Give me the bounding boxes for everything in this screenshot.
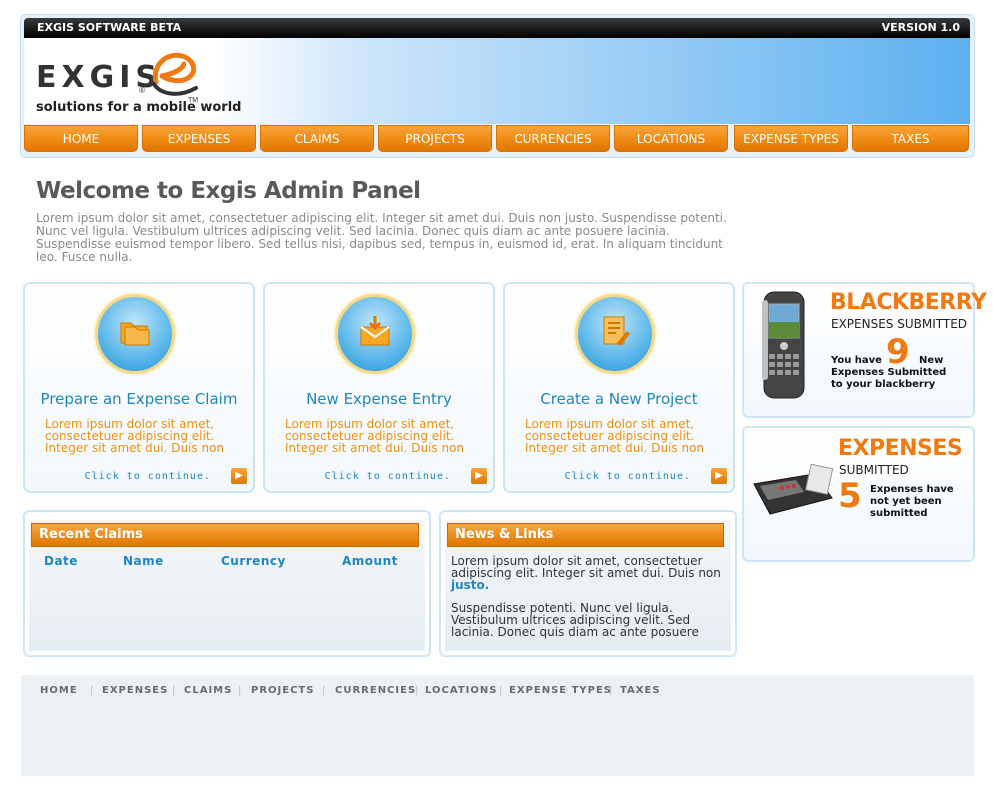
card-prepare-expense-claim[interactable]: Prepare an Expense Claim Lorem ipsum dol… [23, 282, 255, 493]
arrow-right-icon[interactable]: ▶ [471, 468, 487, 484]
column-name[interactable]: Name [123, 554, 164, 568]
footer-link-claims[interactable]: CLAIMS [184, 685, 232, 696]
nav-currencies[interactable]: CURRENCIES [496, 125, 610, 152]
footer-separator: | [609, 685, 614, 696]
expenses-promo[interactable]: EXPENSES SUBMITTED 5 Expenses have not y… [742, 426, 975, 562]
footer-link-locations[interactable]: LOCATIONS [425, 685, 497, 696]
envelope-download-icon [360, 316, 390, 346]
card-description: Lorem ipsum dolor sit amet, consectetuer… [285, 417, 465, 455]
nav-home[interactable]: HOME [24, 125, 138, 152]
arrow-right-icon[interactable]: ▶ [231, 468, 247, 484]
expenses-count: 5 [838, 476, 862, 516]
card-description: Lorem ipsum dolor sit amet, consectetuer… [45, 417, 225, 455]
footer-separator: | [90, 685, 95, 696]
recent-claims-header: Recent Claims [31, 523, 419, 547]
promo-subtitle: SUBMITTED [839, 463, 909, 477]
card-title[interactable]: Create a New Project [505, 390, 733, 408]
nav-projects[interactable]: PROJECTS [378, 125, 492, 152]
logo-registered-mark: ® [139, 86, 145, 95]
card-icon-circle [575, 294, 655, 374]
footer-link-expense-types[interactable]: EXPENSE TYPES [509, 685, 612, 696]
promo-title: BLACKBERRY [830, 290, 987, 315]
version-label: VERSION 1.0 [881, 21, 960, 34]
page-title: Welcome to Exgis Admin Panel [36, 178, 421, 204]
nav-expense-types[interactable]: EXPENSE TYPES [734, 125, 848, 152]
continue-link[interactable]: Click to continue. [85, 471, 211, 482]
promo-text: Expenses have not yet been submitted [870, 484, 954, 519]
promo-subtitle: EXPENSES SUBMITTED [831, 317, 968, 331]
card-icon-circle [335, 294, 415, 374]
news-paragraph: Lorem ipsum dolor sit amet, consectetuer… [451, 554, 721, 580]
document-pen-icon [603, 316, 630, 346]
card-icon-circle [95, 294, 175, 374]
main-nav: HOME EXPENSES CLAIMS PROJECTS CURRENCIES… [24, 125, 970, 153]
footer-link-home[interactable]: HOME [40, 685, 78, 696]
card-description: Lorem ipsum dolor sit amet, consectetuer… [525, 417, 705, 455]
card-new-expense-entry[interactable]: New Expense Entry Lorem ipsum dolor sit … [263, 282, 495, 493]
top-bar: EXGIS SOFTWARE BETA VERSION 1.0 [24, 18, 970, 38]
footer-link-expenses[interactable]: EXPENSES [102, 685, 168, 696]
nav-taxes[interactable]: TAXES [852, 125, 969, 152]
nav-expenses[interactable]: EXPENSES [142, 125, 256, 152]
news-link[interactable]: justo. [451, 578, 489, 592]
card-terminal-icon [753, 464, 834, 515]
blackberry-phone-icon [762, 291, 805, 399]
tagline-trademark: TM [188, 97, 199, 104]
column-date[interactable]: Date [44, 554, 78, 568]
footer-separator: | [499, 685, 504, 696]
promo-title: EXPENSES [838, 436, 963, 461]
software-label: EXGIS SOFTWARE BETA [37, 21, 182, 34]
nav-claims[interactable]: CLAIMS [260, 125, 374, 152]
continue-link[interactable]: Click to continue. [565, 471, 691, 482]
continue-link[interactable]: Click to continue. [325, 471, 451, 482]
blackberry-promo[interactable]: BLACKBERRY EXPENSES SUBMITTED You have 9… [742, 282, 987, 418]
card-create-new-project[interactable]: Create a New Project Lorem ipsum dolor s… [503, 282, 735, 493]
footer-link-projects[interactable]: PROJECTS [251, 685, 314, 696]
footer-link-currencies[interactable]: CURRENCIES [335, 685, 416, 696]
tagline: solutions for a mobile world [36, 100, 242, 115]
column-currency[interactable]: Currency [221, 554, 286, 568]
news-paragraph: Suspendisse potenti. Nunc vel ligula. Ve… [451, 601, 699, 639]
logo-swoosh-icon [152, 52, 198, 96]
nav-locations[interactable]: LOCATIONS [614, 125, 728, 152]
news-links-header: News & Links [447, 523, 724, 547]
footer-separator: | [415, 685, 420, 696]
card-title[interactable]: New Expense Entry [265, 390, 493, 408]
welcome-text: Lorem ipsum dolor sit amet, consectetuer… [36, 211, 727, 264]
footer-separator: | [172, 685, 177, 696]
promo-text-after: New Expenses Submitted to your blackberr… [831, 355, 947, 390]
news-content: Lorem ipsum dolor sit amet, consectetuer… [451, 555, 726, 638]
footer-separator: | [238, 685, 243, 696]
footer-separator: | [322, 685, 327, 696]
arrow-right-icon[interactable]: ▶ [711, 468, 727, 484]
footer-link-taxes[interactable]: TAXES [620, 685, 661, 696]
card-title[interactable]: Prepare an Expense Claim [25, 390, 253, 408]
column-amount[interactable]: Amount [342, 554, 398, 568]
folders-icon [120, 322, 150, 346]
